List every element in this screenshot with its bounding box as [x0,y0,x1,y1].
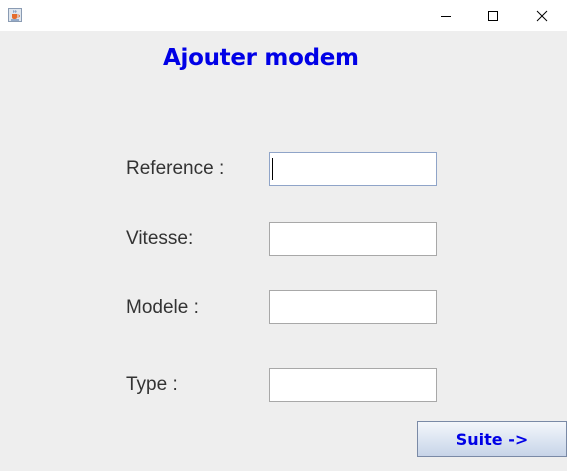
maximize-button[interactable] [470,0,516,31]
maximize-icon [487,10,499,22]
title-bar[interactable] [0,0,567,31]
type-label: Type : [126,374,178,395]
minimize-button[interactable] [423,0,469,31]
page-title: Ajouter modem [163,45,359,71]
close-button[interactable] [519,0,565,31]
text-caret [272,158,273,180]
modele-label: Modele : [126,297,199,318]
modele-input[interactable] [269,290,437,324]
reference-input[interactable] [269,152,437,186]
vitesse-input[interactable] [269,222,437,256]
form-panel: Ajouter modem Reference : Vitesse: Model… [0,31,567,471]
reference-label: Reference : [126,158,225,179]
close-icon [536,10,548,22]
java-cup-icon [8,8,22,22]
suite-button[interactable]: Suite -> [417,421,567,457]
vitesse-label: Vitesse: [126,228,194,249]
app-window: Ajouter modem Reference : Vitesse: Model… [0,0,567,471]
type-input[interactable] [269,368,437,402]
minimize-icon [440,10,452,22]
